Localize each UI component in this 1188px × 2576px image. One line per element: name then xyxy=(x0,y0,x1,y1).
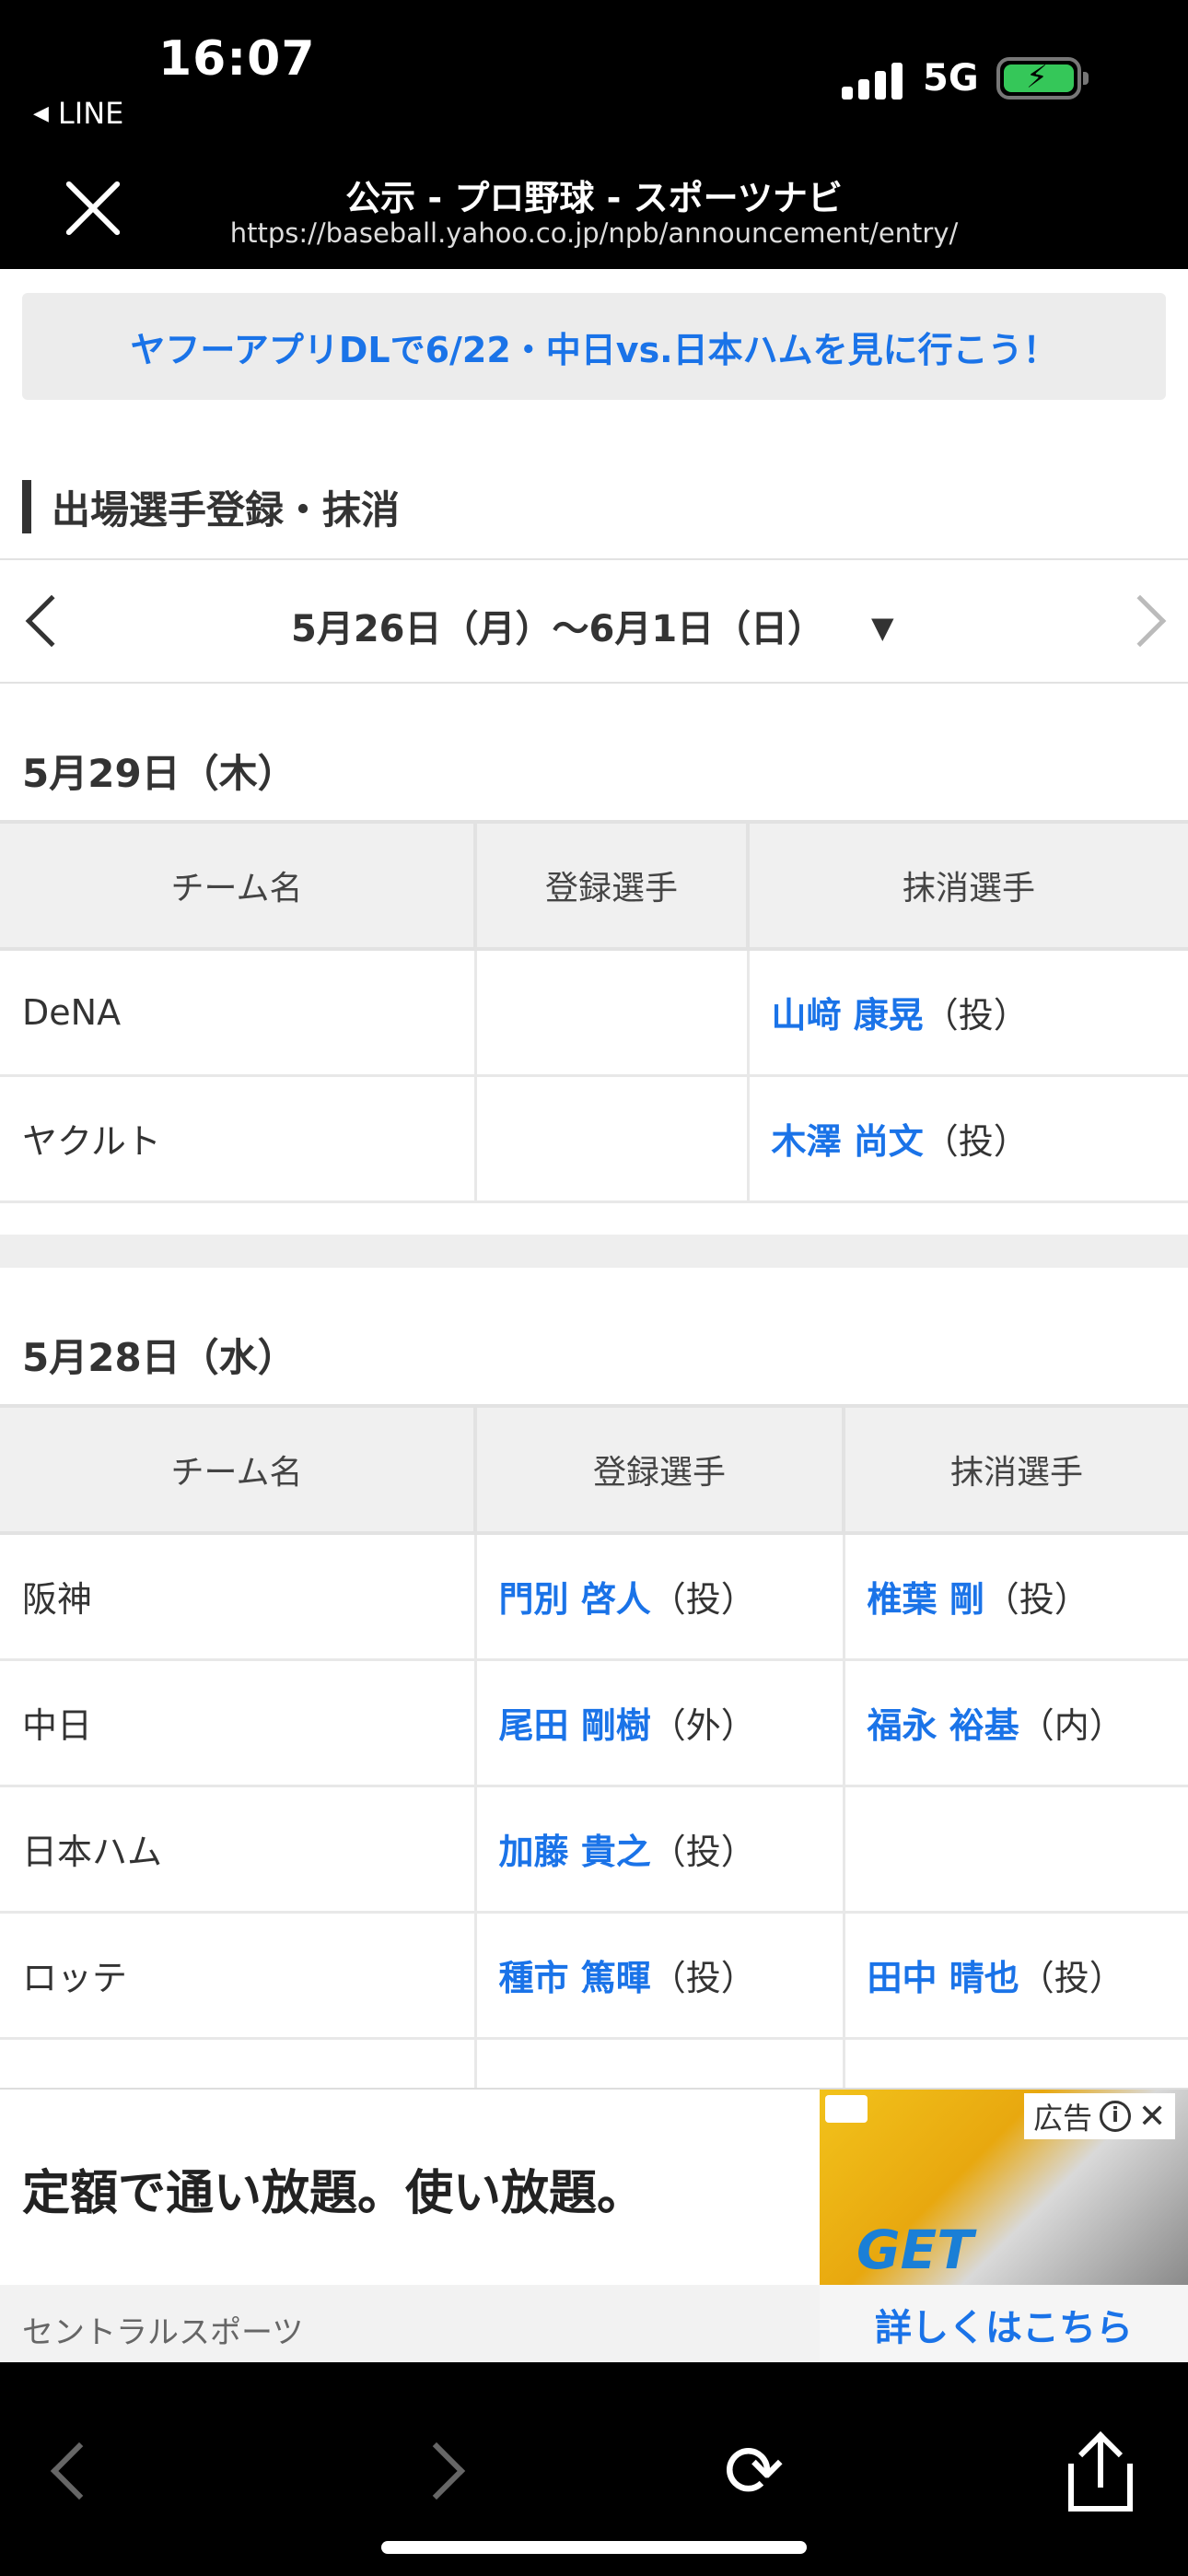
back-app-label: LINE xyxy=(57,96,124,131)
section-title: 出場選手登録・抹消 xyxy=(52,486,401,533)
table-row: DeNA 山﨑 康晃（投） xyxy=(0,947,1188,1077)
player-link[interactable]: 福永 裕基 xyxy=(868,1705,1019,1746)
player-link[interactable]: 尾田 剛樹 xyxy=(499,1705,651,1746)
col-header-deregistered: 抹消選手 xyxy=(844,1404,1188,1535)
home-indicator[interactable] xyxy=(381,2541,807,2554)
player-link[interactable]: 山﨑 康晃 xyxy=(772,995,924,1036)
ad-label: 広告 xyxy=(1033,2101,1093,2136)
reload-icon[interactable]: ⟳ xyxy=(724,2436,784,2508)
deregistered-player xyxy=(844,1784,1188,1914)
table-row: 阪神 門別 啓人（投） 椎葉 剛（投） xyxy=(0,1531,1188,1661)
player-position: （投） xyxy=(923,1121,1029,1162)
col-header-team: チーム名 xyxy=(0,1404,477,1535)
player-position: （投） xyxy=(650,1958,756,1998)
network-type: 5G xyxy=(923,57,979,100)
team-name: ロッテ xyxy=(0,1910,477,2040)
team-name: DeNA xyxy=(0,947,477,1077)
player-link[interactable]: 木澤 尚文 xyxy=(772,1121,924,1162)
player-position: （投） xyxy=(984,1579,1089,1621)
prev-week-chevron-icon[interactable] xyxy=(25,594,78,648)
section-heading: 出場選手登録・抹消 xyxy=(22,479,400,534)
back-triangle-icon: ◀ xyxy=(33,101,49,125)
player-link[interactable]: 加藤 貴之 xyxy=(499,1832,651,1872)
player-link[interactable]: 田中 晴也 xyxy=(868,1958,1019,1998)
charging-bolt-icon: ⚡ xyxy=(1026,59,1048,96)
registered-player xyxy=(475,1073,750,1203)
player-position: （投） xyxy=(650,1579,756,1621)
table-row: 中日 尾田 剛樹（外） 福永 裕基（内） xyxy=(0,1657,1188,1787)
info-icon[interactable]: i xyxy=(1100,2101,1132,2132)
next-week-chevron-icon[interactable] xyxy=(1113,594,1167,648)
ad-sponsor: セントラルスポーツ xyxy=(22,2314,304,2351)
back-icon[interactable] xyxy=(50,2441,109,2500)
team-name: 中日 xyxy=(0,1657,477,1787)
team-name: 阪神 xyxy=(0,1531,477,1661)
ad-headline[interactable]: 定額で通い放題。使い放題。 xyxy=(22,2154,645,2223)
deregistered-player: 福永 裕基（内） xyxy=(844,1657,1188,1787)
page-url: https://baseball.yahoo.co.jp/npb/announc… xyxy=(229,217,959,249)
roster-table-day-2: チーム名 登録選手 抹消選手 阪神 門別 啓人（投） 椎葉 剛（投） 中日 尾田… xyxy=(0,1404,1188,2166)
player-position: （投） xyxy=(923,995,1029,1036)
promo-banner[interactable]: ヤフーアプリDLで6/22・中日vs.日本ハムを見に行こう！ xyxy=(22,293,1166,400)
ad-label-badge: 広告 i ✕ xyxy=(1024,2093,1176,2139)
registered-player: 門別 啓人（投） xyxy=(475,1531,845,1661)
registered-player xyxy=(475,947,750,1077)
col-header-registered: 登録選手 xyxy=(475,820,750,951)
heading-bar xyxy=(22,480,31,533)
player-position: （内） xyxy=(1019,1705,1124,1746)
brand-logo xyxy=(825,2095,868,2123)
registered-player: 加藤 貴之（投） xyxy=(475,1784,845,1914)
table-row: ヤクルト 木澤 尚文（投） xyxy=(0,1073,1188,1203)
day-date: 5月28日（水） xyxy=(22,1335,297,1380)
close-ad-icon[interactable]: ✕ xyxy=(1138,2098,1166,2136)
col-header-registered: 登録選手 xyxy=(475,1404,845,1535)
table-row: ロッテ 種市 篤暉（投） 田中 晴也（投） xyxy=(0,1910,1188,2040)
page-title: 公示 - プロ野球 - スポーツナビ xyxy=(345,178,843,218)
top-bar: 16:07 ◀ LINE 5G ⚡ 公示 - プロ野球 - スポーツナビ htt… xyxy=(0,0,1188,269)
player-link[interactable]: 門別 啓人 xyxy=(499,1579,651,1620)
deregistered-player: 椎葉 剛（投） xyxy=(844,1531,1188,1661)
week-label[interactable]: 5月26日（月）〜6月1日（日） xyxy=(291,599,824,652)
col-header-deregistered: 抹消選手 xyxy=(748,820,1188,951)
ad-banner[interactable]: 定額で通い放題。使い放題。 セントラルスポーツ GET READY 広告 i ✕… xyxy=(0,2088,1188,2364)
share-icon[interactable] xyxy=(1068,2430,1133,2512)
forward-icon[interactable] xyxy=(407,2441,466,2500)
player-position: （投） xyxy=(1019,1958,1124,1998)
deregistered-player: 木澤 尚文（投） xyxy=(748,1073,1188,1203)
registered-player: 尾田 剛樹（外） xyxy=(475,1657,845,1787)
col-header-team: チーム名 xyxy=(0,820,477,951)
section-divider xyxy=(0,1235,1188,1268)
player-link[interactable]: 椎葉 剛 xyxy=(868,1579,984,1620)
week-navigator: 5月26日（月）〜6月1日（日） ▼ xyxy=(0,558,1188,684)
ad-image-text: GET READY xyxy=(856,2219,1054,2285)
player-position: （外） xyxy=(650,1705,756,1746)
deregistered-player: 山﨑 康晃（投） xyxy=(748,947,1188,1077)
roster-table-day-1: チーム名 登録選手 抹消選手 DeNA 山﨑 康晃（投） ヤクルト 木澤 尚文（… xyxy=(0,820,1188,1203)
signal-icon xyxy=(842,61,903,100)
table-row: 日本ハム 加藤 貴之（投） xyxy=(0,1784,1188,1914)
registered-player: 種市 篤暉（投） xyxy=(475,1910,845,2040)
battery-icon: ⚡ xyxy=(996,57,1089,100)
team-name: 日本ハム xyxy=(0,1784,477,1914)
status-time: 16:07 xyxy=(158,31,316,87)
dropdown-triangle-icon[interactable]: ▼ xyxy=(871,610,894,645)
team-name: ヤクルト xyxy=(0,1073,477,1203)
day-date: 5月29日（木） xyxy=(22,751,297,796)
ad-cta-button[interactable]: 詳しくはこちら xyxy=(820,2285,1188,2364)
deregistered-player: 田中 晴也（投） xyxy=(844,1910,1188,2040)
player-link[interactable]: 種市 篤暉 xyxy=(499,1958,651,1998)
back-to-app-link[interactable]: ◀ LINE xyxy=(33,96,123,131)
player-position: （投） xyxy=(650,1832,756,1872)
